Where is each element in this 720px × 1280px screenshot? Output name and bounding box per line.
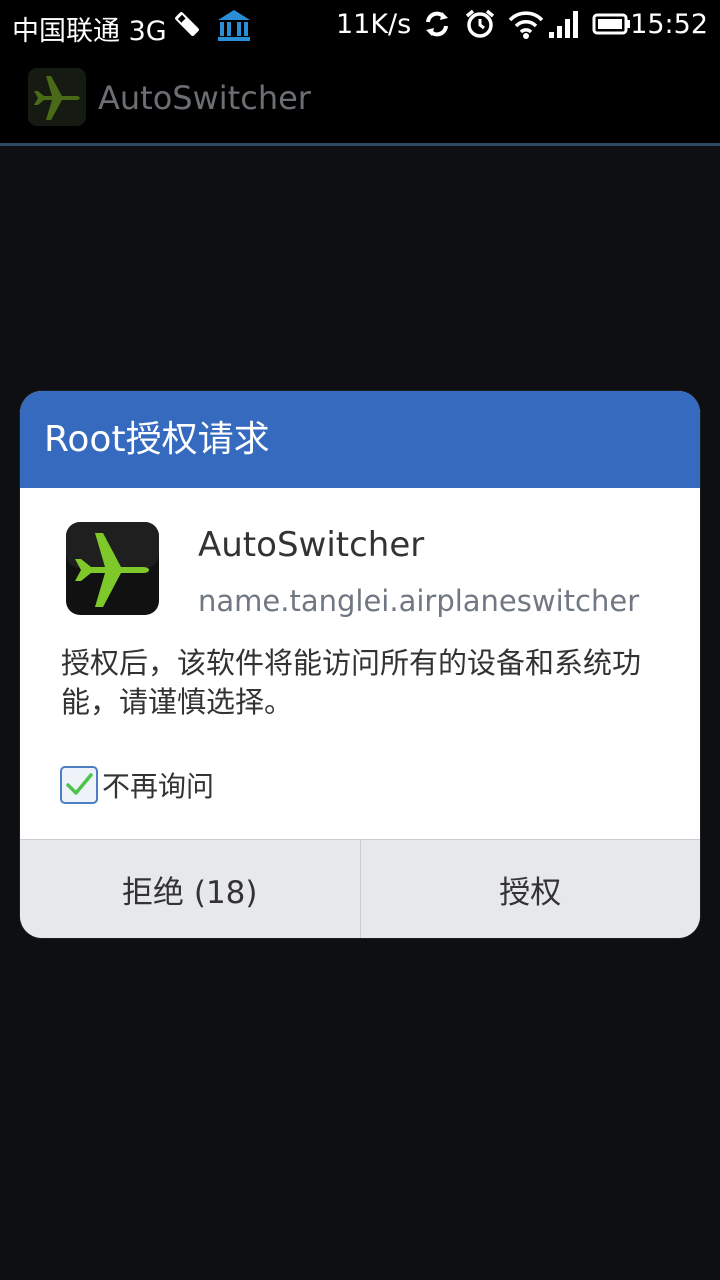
clock: 15:52 <box>630 9 708 40</box>
alarm-icon <box>464 8 496 47</box>
carrier-label: 中国联通 3G <box>12 16 167 47</box>
dialog-button-bar: 拒绝 (18) 授权 <box>20 839 700 938</box>
bank-icon <box>216 8 252 49</box>
dont-ask-again-checkbox-row[interactable]: 不再询问 <box>60 763 214 807</box>
action-bar: AutoSwitcher <box>0 52 720 144</box>
status-bar: 中国联通 3G 11K/s 15:52 <box>0 0 720 52</box>
usb-debug-icon <box>172 8 202 47</box>
battery-icon <box>592 8 632 47</box>
dont-ask-again-checkbox[interactable] <box>60 766 98 804</box>
sync-icon <box>422 8 452 47</box>
grant-button[interactable]: 授权 <box>361 840 701 938</box>
deny-button[interactable]: 拒绝 (18) <box>20 840 361 938</box>
net-speed: 11K/s <box>336 9 412 40</box>
dialog-message: 授权后，该软件将能访问所有的设备和系统功能，请谨慎选择。 <box>61 646 642 719</box>
airplane-icon <box>28 68 86 126</box>
root-permission-dialog: Root授权请求 AutoSwitcher name.tanglei.airpl… <box>20 391 700 938</box>
checkbox-label[interactable]: 不再询问 <box>102 765 214 805</box>
app-title: AutoSwitcher <box>98 79 311 117</box>
app-name: AutoSwitcher <box>198 525 425 565</box>
airplane-icon <box>65 521 160 616</box>
wifi-icon <box>508 8 544 47</box>
action-bar-divider <box>0 143 720 146</box>
signal-icon <box>548 8 582 47</box>
dialog-title: Root授权请求 <box>20 391 700 488</box>
package-name: name.tanglei.airplaneswitcher <box>198 584 640 618</box>
